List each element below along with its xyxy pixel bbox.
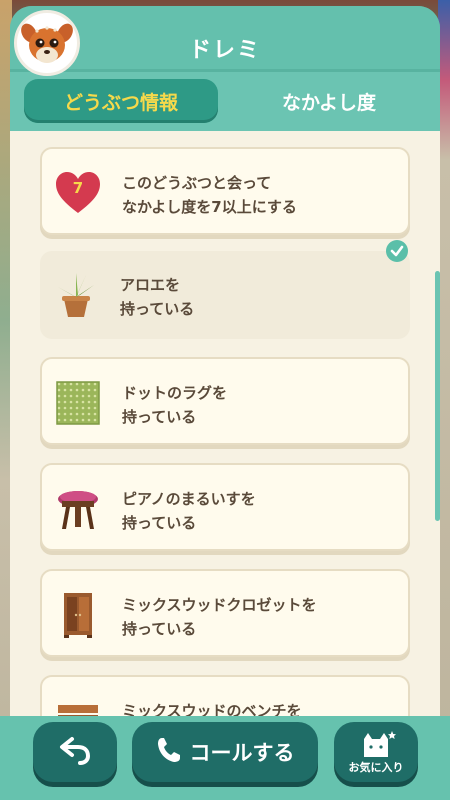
requirement-text: アロエを 持っている (120, 273, 400, 321)
requirement-card-aloe[interactable]: アロエを 持っている (40, 251, 410, 339)
requirements-list[interactable]: 7 このどうぶつと会って なかよし度を7以上にする アロエを 持っている ドット… (10, 131, 440, 721)
completed-check-icon (386, 240, 408, 262)
villager-info-panel: ドレミ どうぶつ情報 なかよし度 7 このどうぶつと会って なかよし度を7以上に… (10, 6, 440, 800)
requirement-text-line2: 持っている (122, 514, 197, 532)
tab-animal-info[interactable]: どうぶつ情報 (24, 79, 218, 123)
requirement-text-line1: アロエを (120, 276, 181, 294)
requirement-text-line2: 持っている (122, 408, 197, 426)
requirement-text: ミックスウッドクロゼットを 持っている (122, 593, 402, 641)
favorite-button-label: お気に入り (348, 761, 404, 774)
requirement-card-piano-stool[interactable]: ピアノのまるいすを 持っている (40, 463, 410, 551)
requirement-text: ピアノのまるいすを 持っている (122, 487, 402, 535)
villager-avatar (14, 10, 80, 76)
requirement-text-line2: 持っている (122, 620, 197, 638)
requirement-text: ドットのラグを 持っている (122, 381, 402, 429)
heart-badge-number: 7 (72, 179, 84, 197)
requirement-text-line1: ミックスウッドクロゼットを (122, 596, 317, 614)
requirement-text-line2: なかよし度を7以上にする (122, 198, 297, 216)
cat-star-icon (356, 729, 396, 759)
wooden-closet-icon (54, 591, 102, 639)
requirement-card-closet[interactable]: ミックスウッドクロゼットを 持っている (40, 569, 410, 657)
dot-rug-icon (54, 379, 102, 427)
heart-icon: 7 (54, 169, 102, 217)
phone-icon (156, 736, 182, 769)
requirement-card-bench[interactable]: ミックスウッドのベンチを (40, 675, 410, 721)
call-button[interactable]: コールする (132, 722, 318, 782)
tab-bar: どうぶつ情報 なかよし度 (24, 79, 426, 125)
requirement-text-line1: ピアノのまるいすを (122, 490, 256, 508)
aloe-plant-icon (52, 271, 100, 319)
tab-friendship-level[interactable]: なかよし度 (232, 79, 426, 123)
piano-stool-icon (54, 485, 102, 533)
requirement-text-line1: このどうぶつと会って (122, 174, 272, 192)
scrollbar[interactable] (435, 271, 440, 521)
requirement-card-friendship[interactable]: 7 このどうぶつと会って なかよし度を7以上にする (40, 147, 410, 235)
requirement-card-dot-rug[interactable]: ドットのラグを 持っている (40, 357, 410, 445)
favorite-button[interactable]: お気に入り (334, 722, 418, 782)
back-button[interactable] (33, 722, 117, 782)
requirement-text-line2: 持っている (120, 300, 195, 318)
requirement-text: このどうぶつと会って なかよし度を7以上にする (122, 171, 402, 219)
call-button-label: コールする (189, 741, 295, 765)
back-arrow-icon (58, 735, 92, 769)
requirement-text-line1: ドットのラグを (122, 384, 228, 402)
